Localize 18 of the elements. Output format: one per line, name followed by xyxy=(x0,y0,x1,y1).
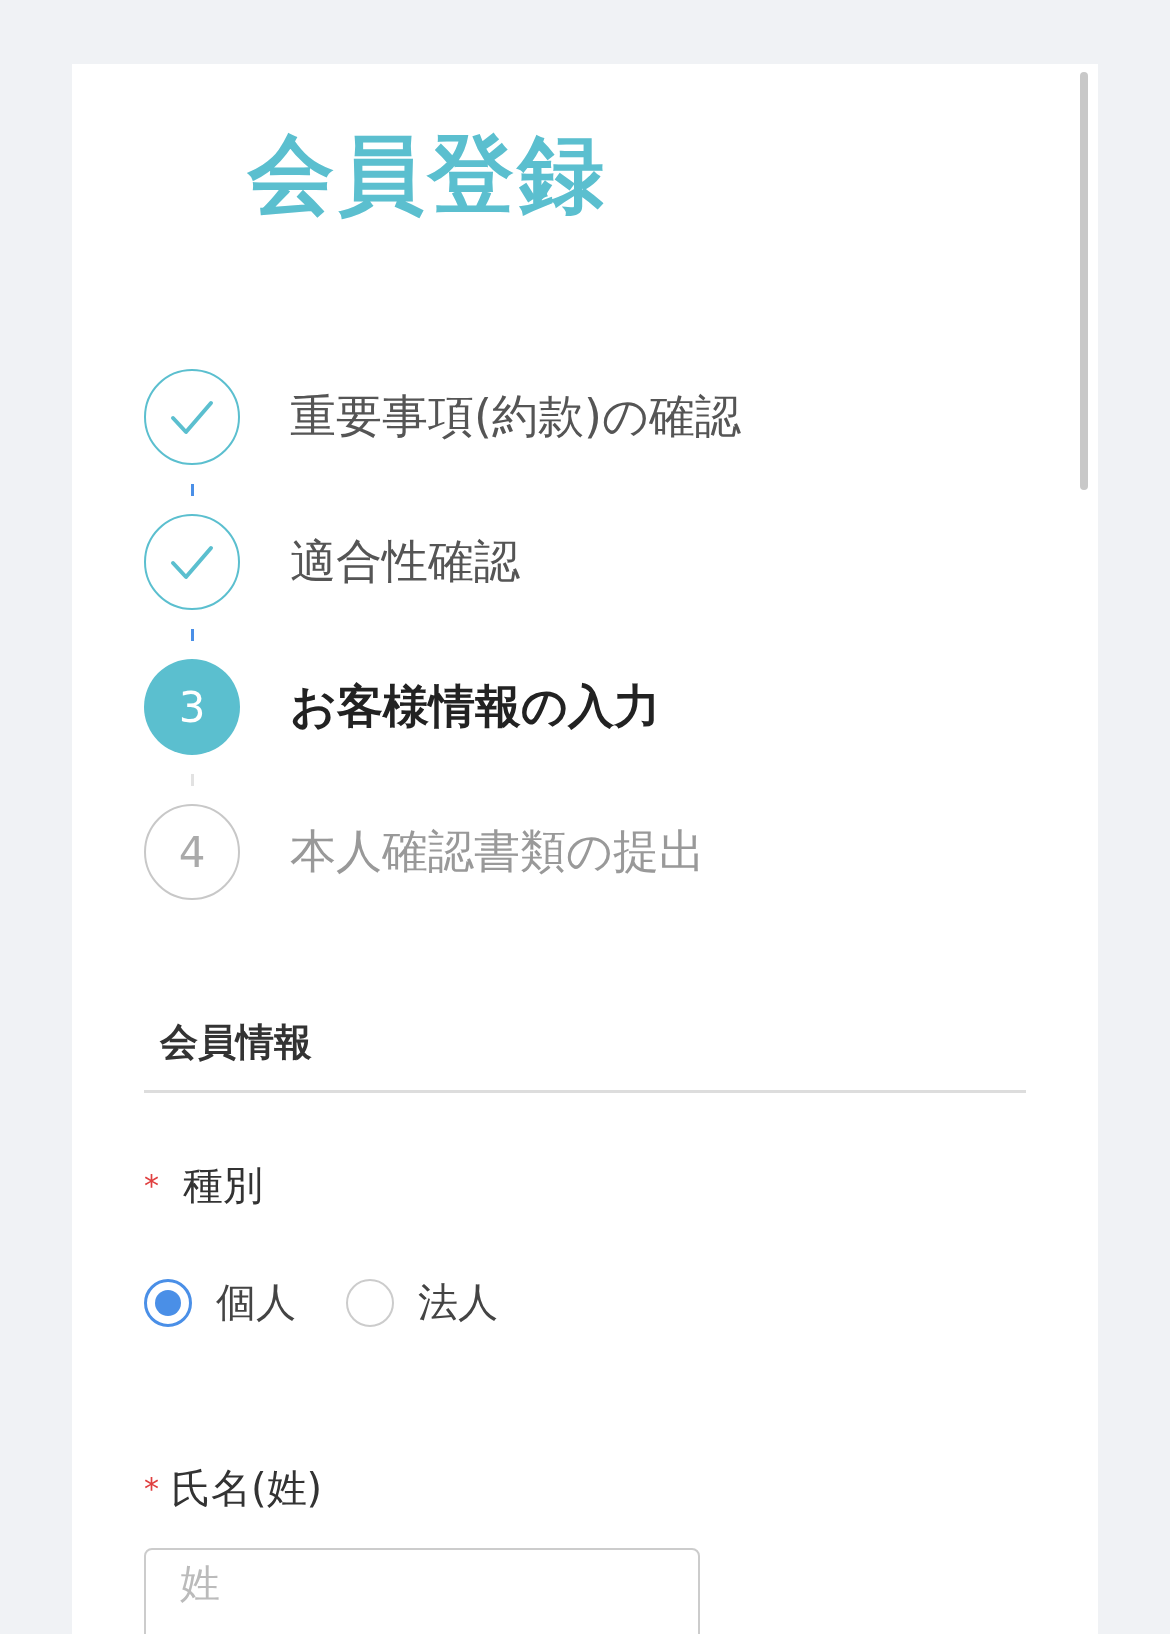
radio-button[interactable] xyxy=(144,1278,192,1327)
step-label: 適合性確認 xyxy=(290,533,520,590)
required-mark: * xyxy=(144,1470,159,1506)
input-field[interactable]: 姓 xyxy=(144,1548,700,1634)
step-number: 3 xyxy=(144,659,240,755)
field-label: 種別 xyxy=(183,1161,263,1209)
radio-option[interactable]: 法人 xyxy=(346,1275,498,1330)
page-title: 会員登録 xyxy=(246,123,609,224)
scrollbar-thumb[interactable] xyxy=(1080,72,1088,490)
step-label: お客様情報の入力 xyxy=(290,678,660,735)
step-label: 重要事項(約款)の確認 xyxy=(290,388,741,445)
field-label: 氏名(姓) xyxy=(171,1464,323,1512)
step-number: 4 xyxy=(144,804,240,900)
section-title: 会員情報 xyxy=(160,1020,312,1064)
radio-button[interactable] xyxy=(346,1278,394,1327)
step-label: 本人確認書類の提出 xyxy=(290,823,705,880)
required-mark: * xyxy=(144,1167,159,1203)
radio-option[interactable]: 個人 xyxy=(144,1275,296,1330)
